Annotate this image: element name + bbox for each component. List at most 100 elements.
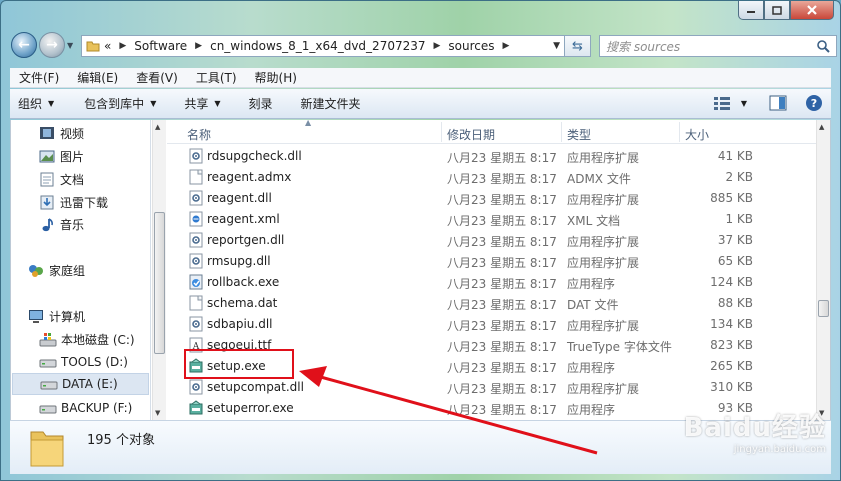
file-row[interactable]: rollback.exe 八月23 星期五 8:17 应用程序 124 KB <box>167 272 816 293</box>
maximize-button[interactable] <box>764 1 790 20</box>
back-button[interactable]: ← <box>11 32 37 58</box>
chevron-right-icon[interactable]: ▶ <box>119 41 126 51</box>
chevron-right-icon[interactable]: ▶ <box>195 41 202 51</box>
homegroup-icon <box>29 264 43 277</box>
menu-edit[interactable]: 编辑(E) <box>68 69 127 86</box>
search-input[interactable]: 搜索 sources <box>599 35 837 57</box>
search-icon[interactable] <box>816 39 830 53</box>
scroll-up-icon[interactable]: ▲ <box>819 123 824 131</box>
refresh-button[interactable]: ⇆ <box>565 35 591 57</box>
file-type: 应用程序 <box>567 277 616 291</box>
nav-item-downloads[interactable]: 迅雷下载 <box>11 191 108 213</box>
nav-item-drive-d[interactable]: TOOLS (D:) <box>11 351 128 373</box>
file-row[interactable]: reagent.admx 八月23 星期五 8:17 ADMX 文件 2 KB <box>167 167 816 188</box>
address-dropdown-icon[interactable]: ▼ <box>553 41 560 51</box>
menu-file[interactable]: 文件(F) <box>10 69 68 86</box>
file-row[interactable]: schema.dat 八月23 星期五 8:17 DAT 文件 88 KB <box>167 293 816 314</box>
column-name[interactable]: 名称 <box>187 126 211 143</box>
menu-tools[interactable]: 工具(T) <box>187 69 246 86</box>
column-type[interactable]: 类型 <box>567 126 591 143</box>
address-segment[interactable]: cn_windows_8_1_x64_dvd_2707237 <box>210 39 425 53</box>
file-size: 134 KB <box>710 317 753 331</box>
organize-button[interactable]: 组织 ▼ <box>10 95 64 112</box>
chevron-right-icon[interactable]: ▶ <box>434 41 441 51</box>
nav-item-videos[interactable]: 视频 <box>11 122 84 144</box>
address-overflow[interactable]: « <box>104 39 111 53</box>
minimize-button[interactable] <box>738 1 764 20</box>
column-divider[interactable] <box>679 122 680 142</box>
nav-item-drive-c[interactable]: 本地磁盘 (C:) <box>11 328 135 350</box>
nav-item-drive-e[interactable]: DATA (E:) <box>12 373 149 395</box>
column-divider[interactable] <box>561 122 562 142</box>
file-name: schema.dat <box>207 296 278 310</box>
dropdown-arrow-icon: ▼ <box>48 99 55 108</box>
computer-icon <box>29 309 43 323</box>
nav-item-drive-f[interactable]: BACKUP (F:) <box>11 397 132 419</box>
new-folder-label: 新建文件夹 <box>300 97 361 111</box>
nav-item-music[interactable]: 音乐 <box>11 213 84 235</box>
file-row[interactable]: reagent.dll 八月23 星期五 8:17 应用程序扩展 885 KB <box>167 188 816 209</box>
address-segment[interactable]: Software <box>134 39 187 53</box>
view-options-icon[interactable] <box>713 96 731 110</box>
new-folder-button[interactable]: 新建文件夹 <box>283 95 371 112</box>
watermark-brand: Baidu经验 <box>683 413 826 443</box>
file-row[interactable]: rdsupgcheck.dll 八月23 星期五 8:17 应用程序扩展 41 KB <box>167 146 816 167</box>
nav-scrollbar[interactable]: ▲ ▼ <box>152 120 166 420</box>
nav-item-label: 视频 <box>60 126 85 141</box>
file-type: TrueType 字体文件 <box>567 340 672 354</box>
nav-item-documents[interactable]: 文档 <box>11 168 84 190</box>
share-button[interactable]: 共享 ▼ <box>166 95 230 112</box>
close-button[interactable] <box>790 1 834 20</box>
file-row[interactable]: sdbapiu.dll 八月23 星期五 8:17 应用程序扩展 134 KB <box>167 314 816 335</box>
help-icon[interactable]: ? <box>805 94 823 112</box>
file-type: 应用程序扩展 <box>567 151 640 165</box>
menu-help[interactable]: 帮助(H) <box>246 69 306 86</box>
chevron-right-icon[interactable]: ▶ <box>503 41 510 51</box>
address-segment[interactable]: sources <box>448 39 494 53</box>
file-date: 八月23 星期五 8:17 <box>447 235 557 249</box>
file-size: 88 KB <box>717 296 753 310</box>
exe-icon <box>189 274 203 290</box>
file-list-scroll-thumb[interactable] <box>818 300 829 317</box>
file-row[interactable]: reagent.xml 八月23 星期五 8:17 XML 文档 1 KB <box>167 209 816 230</box>
menu-view[interactable]: 查看(V) <box>127 69 187 86</box>
column-divider[interactable] <box>441 122 442 142</box>
nav-item-computer[interactable]: 计算机 <box>11 305 85 327</box>
file-name: rdsupgcheck.dll <box>207 149 302 163</box>
nav-item-label: 音乐 <box>60 217 85 232</box>
nav-scroll-thumb[interactable] <box>154 212 165 354</box>
file-list-scrollbar[interactable]: ▲ ▼ <box>816 120 830 420</box>
file-date: 八月23 星期五 8:17 <box>447 214 557 228</box>
file-name: reagent.dll <box>207 191 272 205</box>
file-row[interactable]: reportgen.dll 八月23 星期五 8:17 应用程序扩展 37 KB <box>167 230 816 251</box>
drive-icon <box>40 381 58 389</box>
column-size[interactable]: 大小 <box>685 126 709 143</box>
downloads-library-icon <box>40 195 54 209</box>
file-date: 八月23 星期五 8:17 <box>447 172 557 186</box>
music-library-icon <box>42 217 53 231</box>
column-date[interactable]: 修改日期 <box>447 126 495 143</box>
navigation-pane: 视频 图片 文档 迅雷下载 音乐 家庭组 计算机 本地磁盘 (C:) TOOLS… <box>11 120 151 420</box>
recent-pages-dropdown-icon[interactable]: ▼ <box>67 41 73 50</box>
include-in-library-button[interactable]: 包含到库中 ▼ <box>64 95 166 112</box>
include-label: 包含到库中 <box>84 97 145 111</box>
file-name: sdbapiu.dll <box>207 317 273 331</box>
view-dropdown-icon[interactable]: ▼ <box>741 99 747 108</box>
preview-pane-icon[interactable] <box>769 95 787 111</box>
nav-item-label: 图片 <box>60 149 85 164</box>
navigation-bar: ← → ▼ « ▶ Software ▶ cn_windows_8_1_x64_… <box>9 29 837 63</box>
nav-item-homegroup[interactable]: 家庭组 <box>11 259 85 281</box>
scroll-up-icon[interactable]: ▲ <box>155 123 160 131</box>
address-bar[interactable]: « ▶ Software ▶ cn_windows_8_1_x64_dvd_27… <box>81 35 565 57</box>
scroll-down-icon[interactable]: ▼ <box>155 409 160 417</box>
nav-item-pictures[interactable]: 图片 <box>11 145 84 167</box>
dropdown-arrow-icon: ▼ <box>150 99 157 108</box>
burn-button[interactable]: 刻录 <box>231 95 283 112</box>
documents-library-icon <box>40 172 54 186</box>
file-row[interactable]: rmsupg.dll 八月23 星期五 8:17 应用程序扩展 65 KB <box>167 251 816 272</box>
watermark-url: jingyan.baidu.com <box>733 444 826 455</box>
nav-item-label: 迅雷下载 <box>60 195 109 210</box>
forward-button[interactable]: → <box>39 32 65 58</box>
nav-item-label: DATA (E:) <box>62 377 118 391</box>
maximize-icon <box>772 5 782 15</box>
